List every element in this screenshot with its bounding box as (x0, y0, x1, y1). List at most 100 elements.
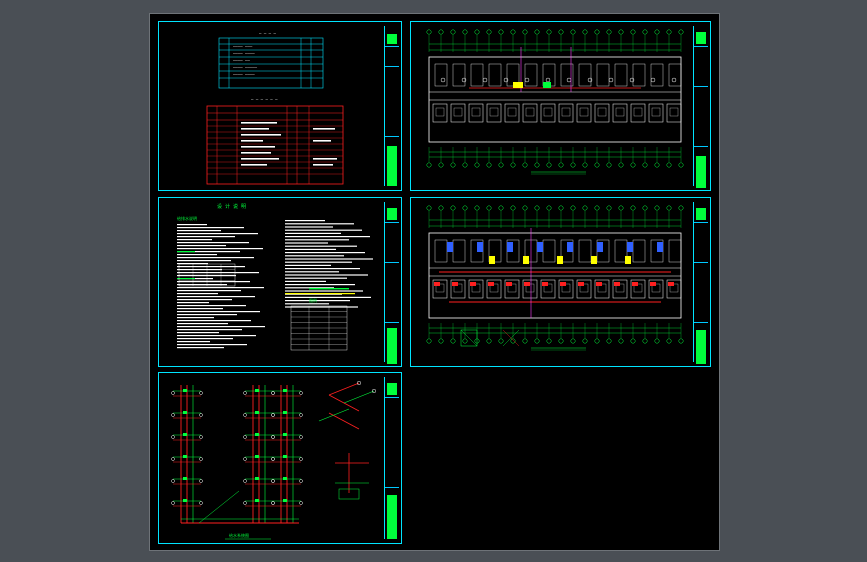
axis-bubble (450, 338, 456, 344)
cad-rect (542, 282, 548, 286)
cad-rect (558, 103, 574, 123)
cad-rect (285, 280, 326, 282)
sheet-pipe-system[interactable]: 给水系统图 (158, 372, 402, 544)
cad-rect (668, 239, 682, 263)
cad-rect (285, 300, 350, 302)
cad-rect (594, 103, 610, 123)
axis-bubble (199, 413, 203, 417)
axis-bubble (678, 338, 684, 344)
axis-bubble (566, 77, 572, 83)
cad-rect (177, 230, 221, 232)
axis-bubble (450, 205, 456, 211)
drawing-list-graphics: — — — — ———— ——— ———— ———— ———— —— ———— … (206, 31, 344, 185)
cad-rect (522, 103, 538, 123)
cad-rect (177, 278, 195, 280)
axis-bubble (462, 205, 468, 211)
cad-rect (633, 107, 643, 117)
cad-rect (285, 296, 371, 298)
axis-bubble (546, 205, 552, 211)
cad-rect (471, 107, 481, 117)
axis-bubble (503, 77, 509, 83)
axis-bubble (534, 338, 540, 344)
axis-bubble (171, 479, 175, 483)
axis-bubble (271, 391, 275, 395)
axis-bubble (546, 162, 552, 168)
axis-bubble (299, 457, 303, 461)
axis-bubble (618, 162, 624, 168)
cad-rect (177, 326, 265, 328)
axis-bubble (666, 29, 672, 35)
axis-bubble (666, 205, 672, 211)
cad-rect (657, 242, 663, 252)
axis-bubble (462, 29, 468, 35)
cad-rect (578, 282, 584, 286)
axis-bubble (498, 205, 504, 211)
axis-bubble (486, 205, 492, 211)
cad-rect (177, 329, 242, 331)
axis-bubble (199, 391, 203, 395)
axis-bubble (642, 205, 648, 211)
cad-rect (177, 248, 263, 250)
cad-rect (523, 256, 529, 264)
cad-rect (183, 389, 187, 392)
cad-rect (285, 255, 344, 257)
cad-rect (177, 290, 241, 292)
cad-rect (285, 245, 357, 247)
notes-title-left: 给排水说明 (177, 215, 197, 221)
cad-rect (177, 281, 250, 283)
sheet-floor-plan-upper[interactable] (410, 21, 711, 191)
axis-bubble (243, 435, 247, 439)
cad-rect (177, 311, 260, 313)
axis-bubble (171, 391, 175, 395)
axis-bubble (678, 205, 684, 211)
axis-bubble (654, 338, 660, 344)
axis-bubble (510, 162, 516, 168)
axis-bubble (594, 29, 600, 35)
axis-bubble (199, 435, 203, 439)
cad-rect (632, 63, 646, 87)
cad-rect (540, 103, 556, 123)
axis-bubble (440, 77, 446, 83)
cad-rect (177, 341, 210, 343)
axis-bubble (510, 205, 516, 211)
cad-rect (597, 107, 607, 117)
axis-bubble (199, 479, 203, 483)
axis-bubble (522, 162, 528, 168)
cad-rect (507, 107, 517, 117)
axis-bubble (606, 338, 612, 344)
cad-rect (650, 63, 664, 87)
axis-bubble (570, 162, 576, 168)
sheet-drawing-list[interactable]: — — — — ———— ——— ———— ———— ———— —— ———— … (158, 21, 402, 191)
axis-bubble (570, 205, 576, 211)
axis-bubble (594, 205, 600, 211)
cad-rect (177, 272, 259, 274)
svg-text:———— ———: ———— ——— (233, 44, 253, 49)
cad-rect (177, 335, 256, 337)
cad-rect (668, 63, 682, 87)
axis-bubble (171, 457, 175, 461)
axis-bubble (654, 205, 660, 211)
cad-rect (285, 226, 333, 228)
legend-table-title: 图例 (309, 297, 317, 303)
sheet-floor-plan-lower[interactable] (410, 197, 711, 367)
axis-bubble (243, 413, 247, 417)
cad-rect (434, 63, 448, 87)
cad-rect (177, 347, 224, 349)
axis-bubble (199, 501, 203, 505)
diagram-caption: 给水系统图 (229, 532, 249, 538)
sheet-design-notes[interactable]: 设 计 说 明 给排水说明 图例 (158, 197, 402, 367)
cad-rect (177, 254, 217, 256)
axis-bubble (299, 413, 303, 417)
cad-rect (285, 261, 352, 263)
svg-text:— — — — — —: — — — — — — (251, 97, 278, 102)
cad-line (343, 390, 375, 404)
cad-rect (177, 317, 214, 319)
axis-bubble (299, 479, 303, 483)
cad-rect (183, 455, 187, 458)
cad-rect (285, 303, 329, 305)
cad-rect (591, 256, 597, 264)
svg-text:———— —————: ———— ————— (233, 65, 258, 70)
axis-bubble (582, 338, 588, 344)
axis-bubble (606, 162, 612, 168)
drawing-canvas[interactable]: — — — — ———— ——— ———— ———— ———— —— ———— … (149, 13, 720, 551)
